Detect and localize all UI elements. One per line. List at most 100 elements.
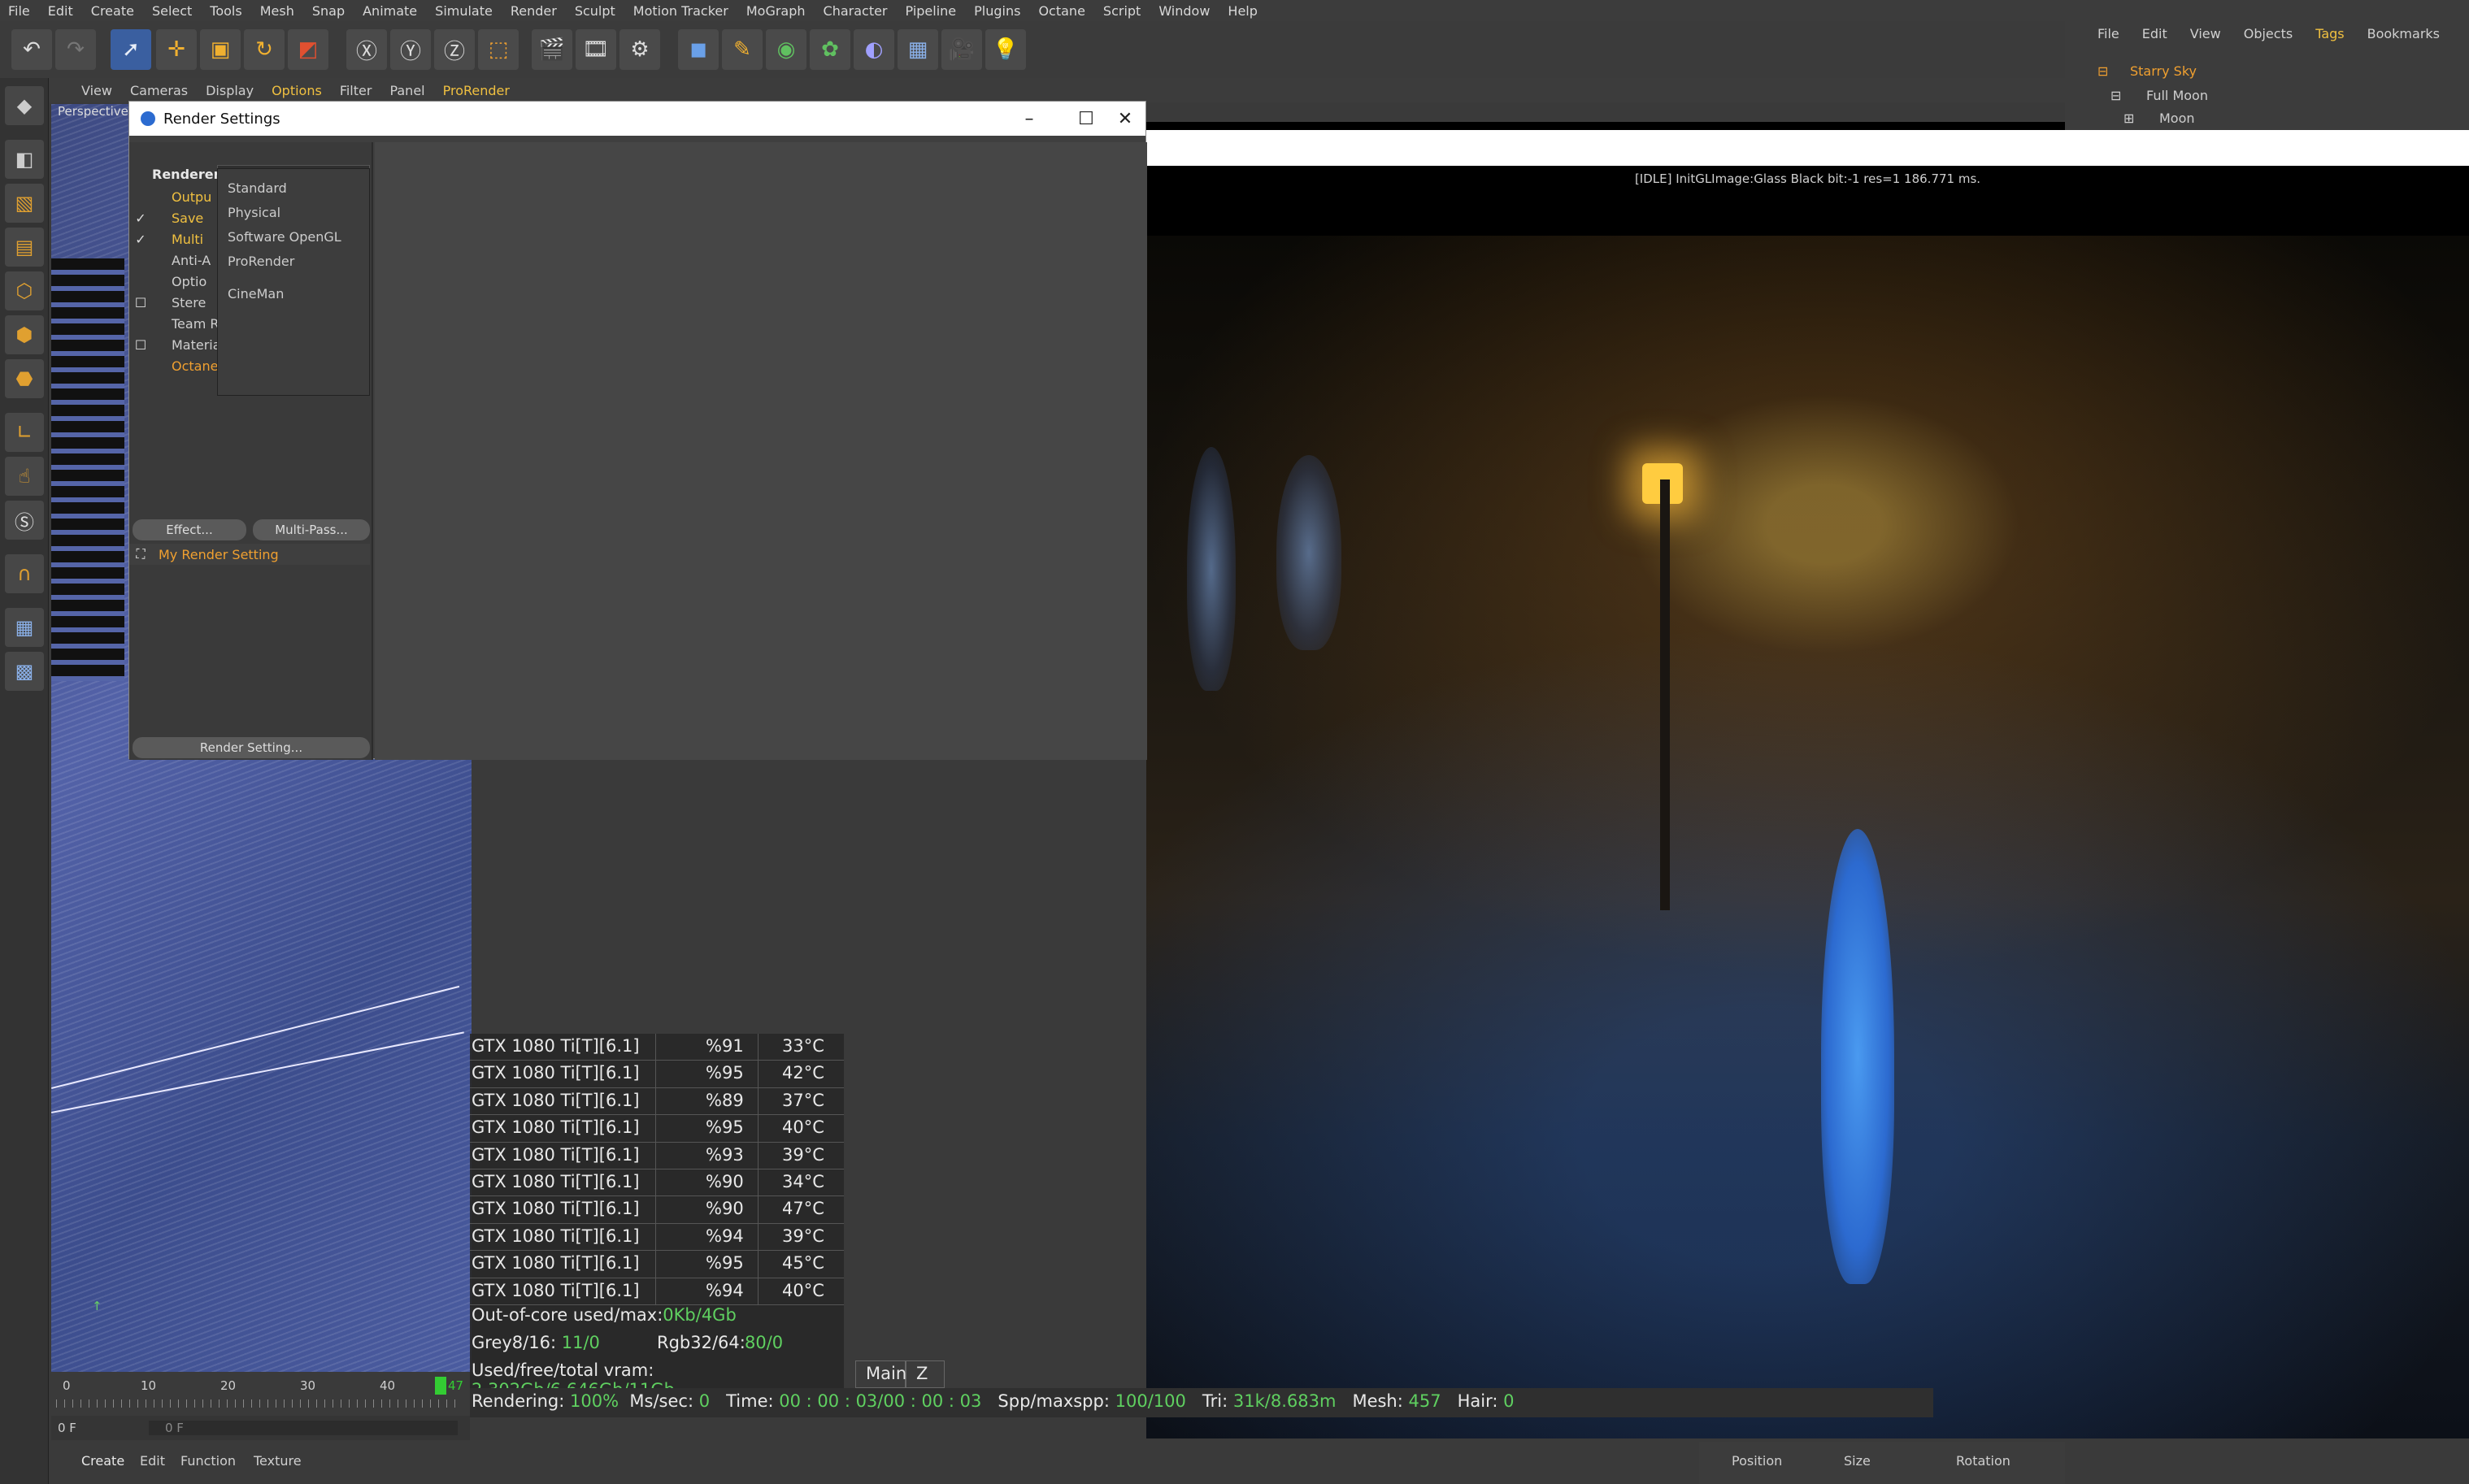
rotate-icon[interactable]: ↻	[244, 29, 285, 70]
light-icon[interactable]: 💡	[985, 29, 1026, 70]
item-checkbox[interactable]: ✓	[133, 210, 149, 226]
menu-mograph[interactable]: MoGraph	[746, 3, 806, 19]
menu-plugins[interactable]: Plugins	[974, 3, 1020, 19]
menu-snap[interactable]: Snap	[312, 3, 345, 19]
frame-slider[interactable]: 0 F	[149, 1421, 458, 1435]
menu-octane[interactable]: Octane	[1038, 3, 1085, 19]
solo-icon[interactable]: Ⓢ	[5, 501, 44, 540]
object-menu-tags[interactable]: Tags	[2315, 26, 2344, 41]
cube-icon[interactable]: ◼	[678, 29, 719, 70]
renderer-option[interactable]: Physical	[228, 205, 280, 220]
renderer-option[interactable]: Standard	[228, 180, 287, 196]
tweak-mode-icon[interactable]: ☝	[5, 457, 44, 496]
z-axis-icon[interactable]: Ⓩ	[434, 29, 475, 70]
recent-tool-icon[interactable]: ◩	[288, 29, 328, 70]
points-mode-icon[interactable]: ⬡	[5, 271, 44, 310]
viewport-menu-prorender[interactable]: ProRender	[443, 83, 510, 98]
grid-icon[interactable]: ▩	[5, 652, 44, 691]
menu-sculpt[interactable]: Sculpt	[575, 3, 615, 19]
object-row-starry-sky[interactable]: ⊟ Starry Sky	[2065, 59, 2469, 83]
menu-motion-tracker[interactable]: Motion Tracker	[633, 3, 728, 19]
tab-main[interactable]: Main	[855, 1360, 906, 1388]
subdivision-icon[interactable]: ◉	[766, 29, 806, 70]
model-mode-icon[interactable]: ◧	[5, 140, 44, 179]
render-view-icon[interactable]: 🎬	[532, 29, 572, 70]
menu-texture[interactable]: Texture	[254, 1453, 302, 1469]
snap-icon[interactable]: ∩	[5, 554, 44, 593]
menu-pipeline[interactable]: Pipeline	[906, 3, 957, 19]
menu-create[interactable]: Create	[91, 3, 134, 19]
render-setting-item[interactable]: ⛶ My Render Setting	[129, 544, 370, 565]
menu-character[interactable]: Character	[824, 3, 888, 19]
object-menu-objects[interactable]: Objects	[2244, 26, 2293, 41]
x-axis-icon[interactable]: Ⓧ	[346, 29, 387, 70]
render-picture-viewer-icon[interactable]: 🎞	[576, 29, 616, 70]
menu-create[interactable]: Create	[81, 1453, 124, 1469]
octane-render-view[interactable]	[1146, 122, 2469, 1438]
menu-select[interactable]: Select	[152, 3, 192, 19]
viewport-menu-cameras[interactable]: Cameras	[130, 83, 188, 98]
gpu-temp: 40°C	[782, 1280, 824, 1300]
workplane-lock-icon[interactable]: ▦	[5, 608, 44, 647]
menu-edit[interactable]: Edit	[140, 1453, 165, 1469]
object-menu-file[interactable]: File	[2097, 26, 2119, 41]
viewport-menu-options[interactable]: Options	[272, 83, 322, 98]
camera-icon[interactable]: 🎥	[941, 29, 982, 70]
workplane-icon[interactable]: ▤	[5, 228, 44, 267]
edges-mode-icon[interactable]: ⬢	[5, 315, 44, 354]
render-setting-button[interactable]: Render Setting...	[133, 737, 370, 758]
viewport-menu-filter[interactable]: Filter	[340, 83, 372, 98]
y-axis-icon[interactable]: Ⓨ	[390, 29, 431, 70]
deformer-icon[interactable]: ◐	[854, 29, 894, 70]
close-button[interactable]: ✕	[1097, 102, 1154, 136]
effect-button[interactable]: Effect...	[133, 519, 246, 540]
menu-simulate[interactable]: Simulate	[435, 3, 493, 19]
move-icon[interactable]: ✛	[156, 29, 197, 70]
object-menu-edit[interactable]: Edit	[2142, 26, 2167, 41]
menu-script[interactable]: Script	[1103, 3, 1141, 19]
tab-z[interactable]: Z	[906, 1360, 945, 1388]
menu-function[interactable]: Function	[180, 1453, 236, 1469]
timeline[interactable]: 0 10 20 30 40 47	[51, 1372, 470, 1417]
redo-icon[interactable]: ↷	[55, 29, 96, 70]
polygons-mode-icon[interactable]: ⬣	[5, 359, 44, 398]
edit-render-settings-icon[interactable]: ⚙	[619, 29, 660, 70]
scale-icon[interactable]: ▣	[200, 29, 241, 70]
renderer-option[interactable]: CineMan	[228, 286, 284, 302]
menu-window[interactable]: Window	[1158, 3, 1210, 19]
viewport-menu-view[interactable]: View	[81, 83, 112, 98]
item-label: Stere	[172, 294, 206, 310]
floor-icon[interactable]: ▦	[898, 29, 938, 70]
axis-mode-icon[interactable]: ∟	[5, 413, 44, 452]
frame-field[interactable]: 0 F	[58, 1421, 76, 1435]
item-checkbox[interactable]: ✓	[133, 232, 149, 247]
menu-file[interactable]: File	[8, 3, 30, 19]
renderer-option[interactable]: Software OpenGL	[228, 229, 341, 245]
coordinate-system-icon[interactable]: ⬚	[478, 29, 519, 70]
menu-mesh[interactable]: Mesh	[260, 3, 294, 19]
playhead[interactable]	[435, 1377, 446, 1395]
array-icon[interactable]: ✿	[810, 29, 850, 70]
live-selection-icon[interactable]: ➚	[111, 29, 151, 70]
viewport-menu-display[interactable]: Display	[206, 83, 254, 98]
multipass-button[interactable]: Multi-Pass...	[253, 519, 370, 540]
object-menu-view[interactable]: View	[2190, 26, 2221, 41]
menu-render[interactable]: Render	[511, 3, 557, 19]
item-checkbox[interactable]: ☐	[133, 295, 149, 310]
item-checkbox[interactable]: ☐	[133, 337, 149, 353]
viewport-menu-panel[interactable]: Panel	[389, 83, 424, 98]
object-menu-bookmarks[interactable]: Bookmarks	[2367, 26, 2440, 41]
make-editable-icon[interactable]: ◆	[5, 86, 44, 125]
menu-help[interactable]: Help	[1228, 3, 1257, 19]
menu-tools[interactable]: Tools	[210, 3, 241, 19]
menu-animate[interactable]: Animate	[363, 3, 417, 19]
undo-icon[interactable]: ↶	[11, 29, 52, 70]
object-row-moon[interactable]: ⊞ Moon	[2065, 106, 2469, 130]
minimize-button[interactable]: –	[1001, 102, 1058, 136]
gpu-row: GTX 1080 Ti[T][6.1] %95 40°C	[470, 1115, 844, 1141]
object-row-full-moon[interactable]: ⊟ Full Moon	[2065, 83, 2469, 107]
texture-mode-icon[interactable]: ▧	[5, 184, 44, 223]
menu-edit[interactable]: Edit	[48, 3, 73, 19]
renderer-option[interactable]: ProRender	[228, 254, 294, 269]
pen-icon[interactable]: ✎	[722, 29, 763, 70]
